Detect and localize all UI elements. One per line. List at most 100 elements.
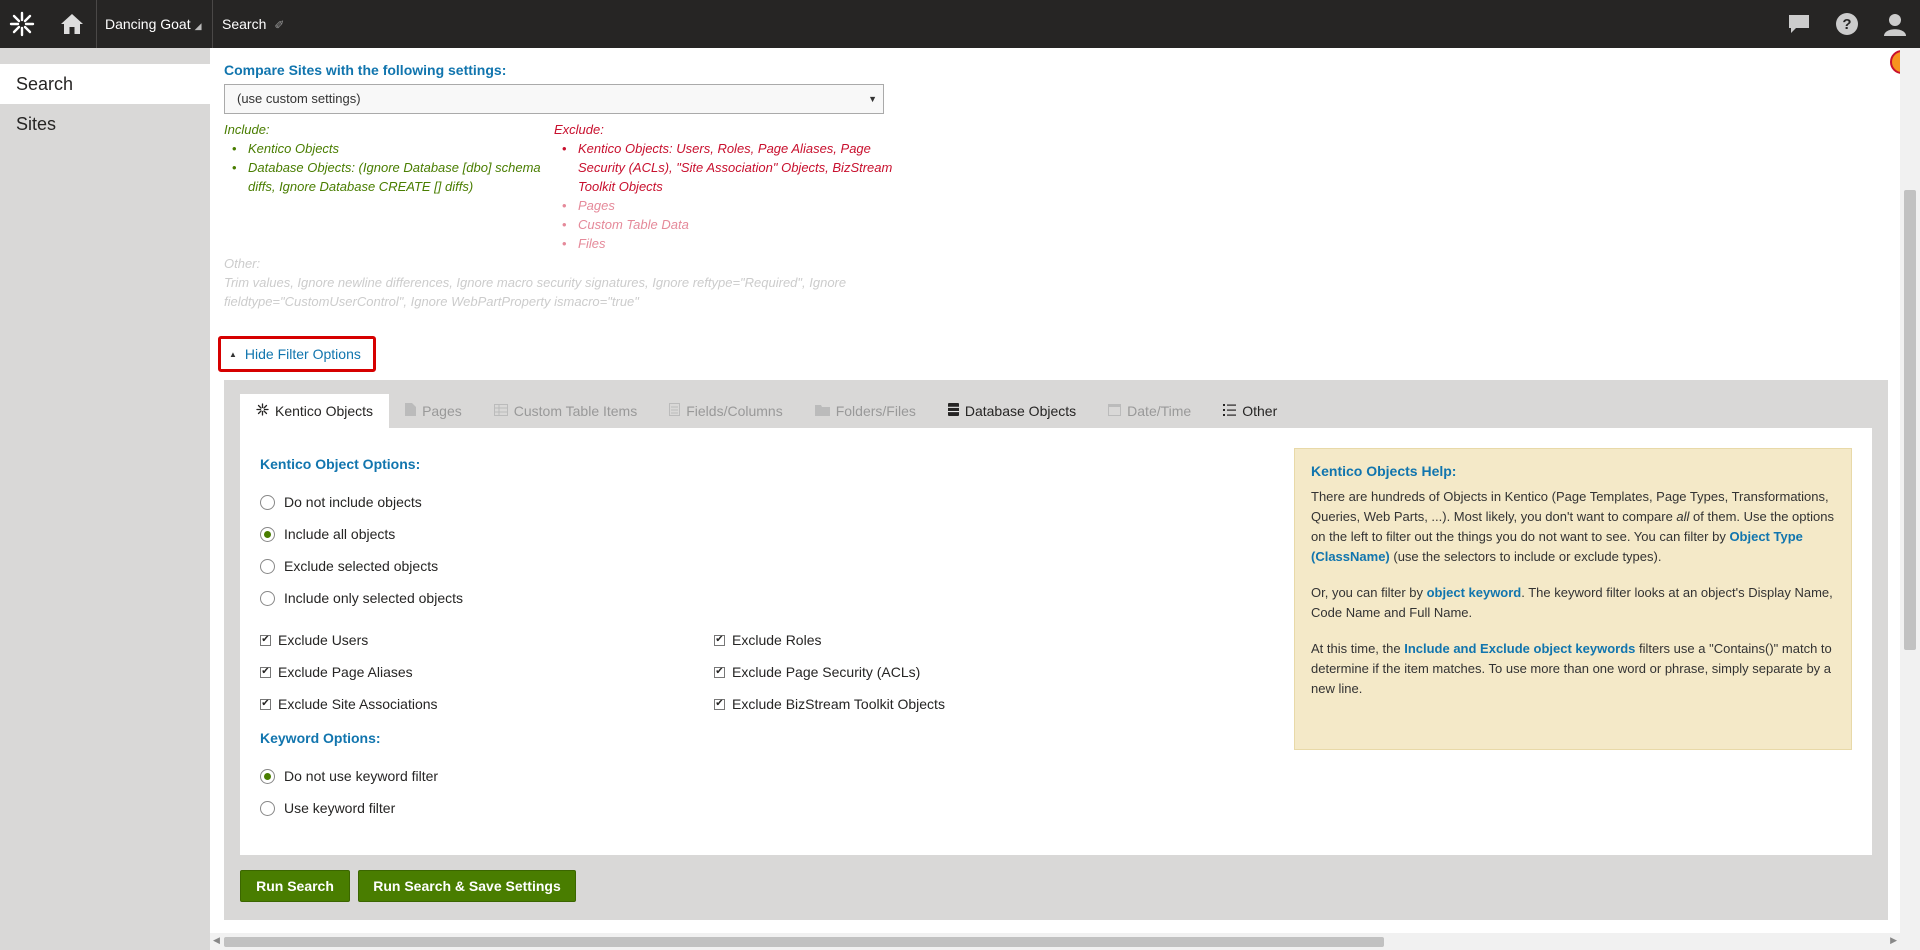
tab-label: Fields/Columns: [686, 403, 783, 419]
radio-include-only-selected[interactable]: Include only selected objects: [260, 590, 463, 606]
exclude-item: Files: [562, 234, 894, 253]
help-icon[interactable]: ?: [1824, 0, 1870, 48]
exclude-title: Exclude:: [554, 122, 604, 137]
keyword-options-heading: Keyword Options:: [260, 730, 381, 746]
site-selector[interactable]: Dancing Goat ◢: [105, 0, 202, 48]
other-text: Trim values, Ignore newline differences,…: [224, 275, 847, 309]
run-search-save-button[interactable]: Run Search & Save Settings: [358, 870, 576, 902]
exclude-item: Pages: [562, 196, 894, 215]
checkbox[interactable]: ✔: [714, 634, 725, 646]
checkbox-exclude-bizstream-toolkit[interactable]: ✔ Exclude BizStream Toolkit Objects: [714, 696, 945, 712]
scroll-thumb[interactable]: [1904, 190, 1916, 650]
divider: [212, 0, 213, 48]
object-options-heading: Kentico Object Options:: [260, 456, 421, 472]
exclude-item: Kentico Objects: Users, Roles, Page Alia…: [562, 139, 894, 196]
radio-label: Use keyword filter: [284, 800, 396, 816]
exclude-item: Custom Table Data: [562, 215, 894, 234]
help-text: (use the selectors to include or exclude…: [1389, 549, 1662, 564]
tab-custom-table-items[interactable]: Custom Table Items: [478, 394, 653, 428]
site-name: Dancing Goat: [105, 16, 191, 32]
compare-label: Compare Sites with the following setting…: [224, 62, 507, 78]
vertical-scrollbar[interactable]: [1900, 48, 1920, 950]
radio-do-not-include[interactable]: Do not include objects: [260, 494, 422, 510]
help-box: Kentico Objects Help: There are hundreds…: [1294, 448, 1852, 750]
sidebar-item-label: Search: [16, 74, 74, 94]
tab-folders-files[interactable]: Folders/Files: [799, 394, 932, 428]
tab-fields-columns[interactable]: Fields/Columns: [653, 394, 798, 428]
tab-panel-kentico-objects: Kentico Object Options: Do not include o…: [240, 428, 1872, 855]
dropdown-arrow-icon: ▼: [868, 94, 877, 104]
tab-date-time[interactable]: Date/Time: [1092, 394, 1207, 428]
tab-label: Kentico Objects: [275, 403, 374, 419]
list-icon: [1223, 403, 1237, 419]
checkbox-exclude-site-associations[interactable]: ✔ Exclude Site Associations: [260, 696, 438, 712]
run-search-button[interactable]: Run Search: [240, 870, 350, 902]
radio-button[interactable]: [260, 526, 275, 542]
radio-label: Exclude selected objects: [284, 558, 439, 574]
tab-label: Database Objects: [964, 403, 1077, 419]
checkbox[interactable]: ✔: [260, 698, 271, 710]
sidebar-item-sites[interactable]: Sites: [0, 104, 210, 144]
collapse-triangle-icon: ▲: [229, 349, 237, 359]
include-item: Database Objects: (Ignore Database [dbo]…: [232, 158, 554, 196]
include-summary: Include: Kentico Objects Database Object…: [224, 120, 554, 196]
tab-label: Date/Time: [1127, 403, 1192, 419]
application-title: Search ✐: [222, 0, 284, 48]
radio-button[interactable]: [260, 494, 275, 510]
checkbox-label: Exclude Site Associations: [278, 696, 438, 712]
tab-database-objects[interactable]: Database Objects: [932, 394, 1092, 428]
checkbox-exclude-page-aliases[interactable]: ✔ Exclude Page Aliases: [260, 664, 413, 680]
svg-text:?: ?: [1842, 16, 1851, 33]
scroll-thumb[interactable]: [224, 937, 1384, 947]
tab-pages[interactable]: Pages: [389, 394, 478, 428]
checkbox[interactable]: ✔: [714, 698, 725, 710]
calendar-icon: [1108, 403, 1122, 419]
radio-label: Do not include objects: [284, 494, 422, 510]
kentico-icon: [256, 403, 269, 419]
checkbox[interactable]: ✔: [714, 666, 725, 678]
radio-use-keyword-filter[interactable]: Use keyword filter: [260, 800, 395, 816]
top-bar: Dancing Goat ◢ Search ✐ ?: [0, 0, 1920, 48]
page-icon: [405, 403, 417, 419]
settings-select[interactable]: (use custom settings) ▼: [224, 84, 884, 114]
radio-no-keyword-filter[interactable]: Do not use keyword filter: [260, 768, 438, 784]
tab-label: Folders/Files: [835, 403, 916, 419]
radio-button[interactable]: [260, 768, 275, 784]
help-paragraph: There are hundreds of Objects in Kentico…: [1311, 487, 1835, 567]
app-name: Search: [222, 16, 267, 32]
checkbox-label: Exclude Page Aliases: [278, 664, 413, 680]
help-link-keywords: Include and Exclude object keywords: [1404, 641, 1636, 656]
divider: [96, 0, 97, 48]
radio-button[interactable]: [260, 800, 275, 816]
checkbox-label: Exclude Users: [278, 632, 369, 648]
checkbox[interactable]: ✔: [260, 666, 271, 678]
home-icon[interactable]: [50, 0, 94, 48]
radio-label: Include only selected objects: [284, 590, 463, 606]
chat-icon[interactable]: [1776, 0, 1822, 48]
hide-filter-options-link[interactable]: ▲ Hide Filter Options: [218, 336, 376, 372]
database-icon: [947, 403, 959, 419]
checkbox-exclude-users[interactable]: ✔ Exclude Users: [260, 632, 368, 648]
kentico-logo-icon[interactable]: [0, 0, 44, 48]
sidebar-item-search[interactable]: Search: [0, 64, 210, 104]
settings-select-value: (use custom settings): [237, 91, 361, 106]
tab-other[interactable]: Other: [1207, 394, 1293, 428]
scroll-left-icon[interactable]: ◀: [213, 935, 220, 946]
checkbox-exclude-page-security[interactable]: ✔ Exclude Page Security (ACLs): [714, 664, 920, 680]
radio-include-all[interactable]: Include all objects: [260, 526, 395, 542]
pin-icon[interactable]: ✐: [274, 18, 284, 32]
tab-kentico-objects[interactable]: Kentico Objects: [240, 394, 390, 428]
scroll-right-icon[interactable]: ▶: [1890, 935, 1897, 946]
other-title: Other:: [224, 256, 261, 271]
radio-exclude-selected[interactable]: Exclude selected objects: [260, 558, 438, 574]
user-icon[interactable]: [1872, 0, 1918, 48]
folder-icon: [814, 404, 830, 419]
checkbox[interactable]: ✔: [260, 634, 271, 646]
radio-button[interactable]: [260, 558, 275, 574]
checkbox-exclude-roles[interactable]: ✔ Exclude Roles: [714, 632, 822, 648]
horizontal-scrollbar[interactable]: ◀ ▶: [210, 933, 1900, 950]
main-content: Compare Sites with the following setting…: [210, 48, 1900, 933]
checkbox-label: Exclude Roles: [732, 632, 822, 648]
radio-button[interactable]: [260, 590, 275, 606]
tab-label: Custom Table Items: [513, 403, 638, 419]
